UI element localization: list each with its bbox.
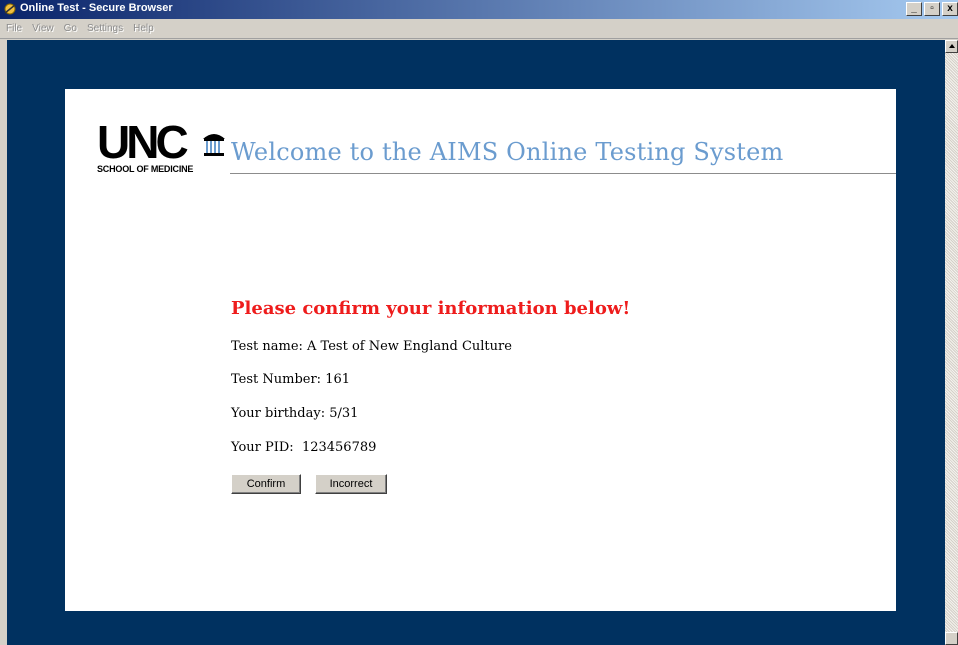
incorrect-button[interactable]: Incorrect	[315, 474, 387, 494]
confirm-button[interactable]: Confirm	[231, 474, 301, 494]
scroll-up-arrow-icon[interactable]	[945, 40, 958, 53]
browser-app-icon	[4, 3, 16, 15]
window-title: Online Test - Secure Browser	[20, 2, 173, 14]
title-bar[interactable]: Online Test - Secure Browser _ ▫ x	[0, 0, 958, 19]
confirm-heading: Please confirm your information below!	[231, 298, 631, 319]
menu-go[interactable]: Go	[64, 23, 77, 34]
page-title: Welcome to the AIMS Online Testing Syste…	[231, 138, 784, 166]
test-number-line: Test Number: 161	[231, 372, 351, 387]
title-divider	[230, 173, 896, 174]
birthday-line: Your birthday: 5/31	[231, 406, 359, 421]
menu-help[interactable]: Help	[133, 23, 154, 34]
minimize-button[interactable]: _	[906, 2, 922, 16]
content-panel: UNC SCHOOL OF MEDICINE Welcome to the AI…	[65, 89, 896, 611]
test-name-line: Test name: A Test of New England Culture	[231, 339, 512, 354]
pid-line: Your PID: 123456789	[231, 440, 377, 455]
logo-subtitle: SCHOOL OF MEDICINE	[97, 164, 194, 174]
vertical-scrollbar[interactable]	[945, 40, 958, 645]
logo-letters: UNC	[97, 116, 189, 168]
menu-settings[interactable]: Settings	[87, 23, 123, 34]
menu-view[interactable]: View	[32, 23, 54, 34]
close-button[interactable]: x	[942, 2, 958, 16]
maximize-button[interactable]: ▫	[924, 2, 940, 16]
window-controls: _ ▫ x	[904, 2, 958, 17]
unc-logo: UNC SCHOOL OF MEDICINE	[97, 119, 230, 174]
scroll-down-arrow-icon[interactable]	[945, 632, 958, 645]
menu-bar: File View Go Settings Help	[0, 19, 958, 39]
menu-file[interactable]: File	[6, 23, 22, 34]
old-well-icon	[203, 134, 225, 156]
